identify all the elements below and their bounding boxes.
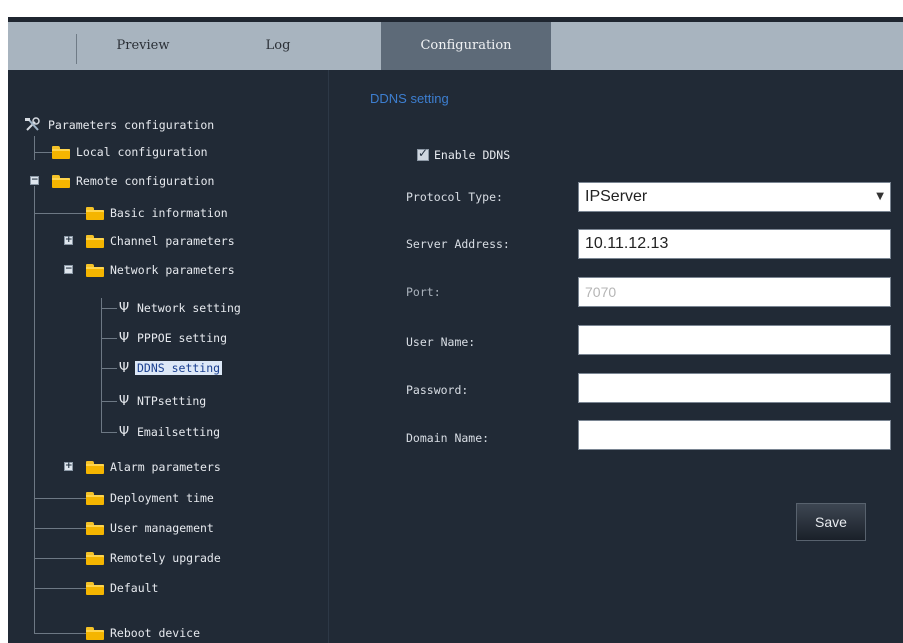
password-input[interactable] [578, 373, 891, 403]
folder-icon [86, 206, 104, 220]
expand-toggle-icon[interactable]: + [64, 236, 73, 245]
tree-item-label: Network setting [137, 301, 241, 315]
collapse-toggle-icon[interactable]: − [30, 176, 39, 185]
tree-item-label: Remote configuration [76, 174, 215, 188]
tools-icon [25, 117, 40, 131]
tree-item-label: DDNS setting [135, 361, 223, 375]
tree-item-local-configuration[interactable]: Local configuration [52, 142, 208, 162]
folder-icon [52, 174, 70, 188]
tree-line [101, 308, 117, 309]
dropdown-arrow-icon: ▼ [876, 191, 884, 202]
tree-line [34, 136, 35, 160]
tree-item-alarm-parameters[interactable]: Alarm parameters [86, 457, 221, 477]
folder-icon [52, 145, 70, 159]
tree-item-remote-configuration[interactable]: Remote configuration [52, 171, 214, 191]
tree-line [101, 298, 102, 432]
main-tab-bar: Preview Log Configuration [8, 17, 903, 70]
user-name-input[interactable] [578, 325, 891, 355]
main-area: Parameters configuration Local configura… [8, 70, 903, 643]
tree-item-label: Deployment time [110, 491, 214, 505]
folder-icon [86, 263, 104, 277]
server-address-label: Server Address: [406, 237, 510, 251]
save-button[interactable]: Save [796, 503, 866, 541]
tree-item-label: Local configuration [76, 145, 208, 159]
tree-item-remotely-upgrade[interactable]: Remotely upgrade [86, 548, 221, 568]
tree-item-pppoe-setting[interactable]: Ψ PPPOE setting [117, 328, 227, 348]
tree-item-label: Basic information [110, 206, 228, 220]
antenna-icon: Ψ [118, 330, 130, 346]
tree-item-label: Default [110, 581, 159, 595]
domain-name-input[interactable] [578, 420, 891, 450]
tree-line [34, 633, 86, 634]
top-strip [0, 0, 903, 17]
tab-log[interactable]: Log [223, 22, 333, 70]
tree-item-channel-parameters[interactable]: Channel parameters [86, 231, 235, 251]
section-title: DDNS setting [370, 91, 449, 106]
tree-item-network-parameters[interactable]: Network parameters [86, 260, 235, 280]
ddns-settings-panel: DDNS setting Enable DDNS Protocol Type: … [329, 70, 903, 643]
tab-preview[interactable]: Preview [88, 22, 198, 70]
tab-divider [76, 34, 77, 64]
tree-line [34, 558, 86, 559]
tree-line [34, 528, 86, 529]
enable-ddns-label: Enable DDNS [434, 148, 511, 162]
protocol-type-label: Protocol Type: [406, 190, 503, 204]
antenna-icon: Ψ [118, 424, 130, 440]
config-tree: Parameters configuration Local configura… [8, 70, 329, 643]
tree-line [101, 432, 117, 433]
folder-icon [86, 234, 104, 248]
tree-item-label: Remotely upgrade [110, 551, 221, 565]
tree-root[interactable]: Parameters configuration [24, 115, 214, 135]
domain-name-label: Domain Name: [406, 431, 490, 445]
antenna-icon: Ψ [118, 300, 130, 316]
tree-line [101, 401, 117, 402]
tab-configuration[interactable]: Configuration [381, 22, 551, 70]
password-label: Password: [406, 383, 469, 397]
tree-line [34, 498, 86, 499]
tree-item-network-setting[interactable]: Ψ Network setting [117, 298, 241, 318]
tree-item-reboot-device[interactable]: Reboot device [86, 623, 200, 643]
tree-item-deployment-time[interactable]: Deployment time [86, 488, 214, 508]
tree-item-label: User management [110, 521, 214, 535]
tree-item-ddns-setting[interactable]: Ψ DDNS setting [117, 358, 223, 378]
folder-icon [86, 581, 104, 595]
folder-icon [86, 491, 104, 505]
tree-item-label: Reboot device [110, 626, 201, 640]
folder-icon [86, 460, 104, 474]
protocol-type-value: IPServer [585, 188, 648, 205]
folder-icon [86, 626, 104, 640]
tree-line [34, 588, 86, 589]
tree-item-label: NTPsetting [137, 394, 207, 408]
tree-item-email-setting[interactable]: Ψ Emailsetting [117, 422, 220, 442]
collapse-toggle-icon[interactable]: − [64, 265, 73, 274]
folder-icon [86, 551, 104, 565]
protocol-type-select[interactable]: IPServer ▼ [578, 182, 891, 212]
tree-root-label: Parameters configuration [48, 118, 215, 132]
tree-line [101, 368, 117, 369]
tree-item-label: Emailsetting [137, 425, 221, 439]
port-label: Port: [406, 285, 441, 299]
tree-line [101, 338, 117, 339]
antenna-icon: Ψ [118, 393, 130, 409]
tree-item-basic-information[interactable]: Basic information [86, 203, 228, 223]
expand-toggle-icon[interactable]: + [64, 462, 73, 471]
tree-item-label: Channel parameters [110, 234, 235, 248]
tree-item-label: Alarm parameters [110, 460, 221, 474]
tree-item-label: Network parameters [110, 263, 235, 277]
folder-icon [86, 521, 104, 535]
port-input[interactable] [578, 277, 891, 307]
tree-line [34, 213, 86, 214]
tree-item-ntp-setting[interactable]: Ψ NTPsetting [117, 391, 206, 411]
enable-ddns-checkbox[interactable] [417, 146, 429, 161]
tree-item-label: PPPOE setting [137, 331, 228, 345]
tree-item-user-management[interactable]: User management [86, 518, 214, 538]
antenna-icon: Ψ [118, 360, 130, 376]
server-address-input[interactable] [578, 229, 891, 259]
tree-item-default[interactable]: Default [86, 578, 158, 598]
tree-line [34, 152, 52, 153]
user-name-label: User Name: [406, 335, 476, 349]
enable-ddns-row: Enable DDNS [417, 146, 511, 162]
tree-line [34, 186, 35, 634]
